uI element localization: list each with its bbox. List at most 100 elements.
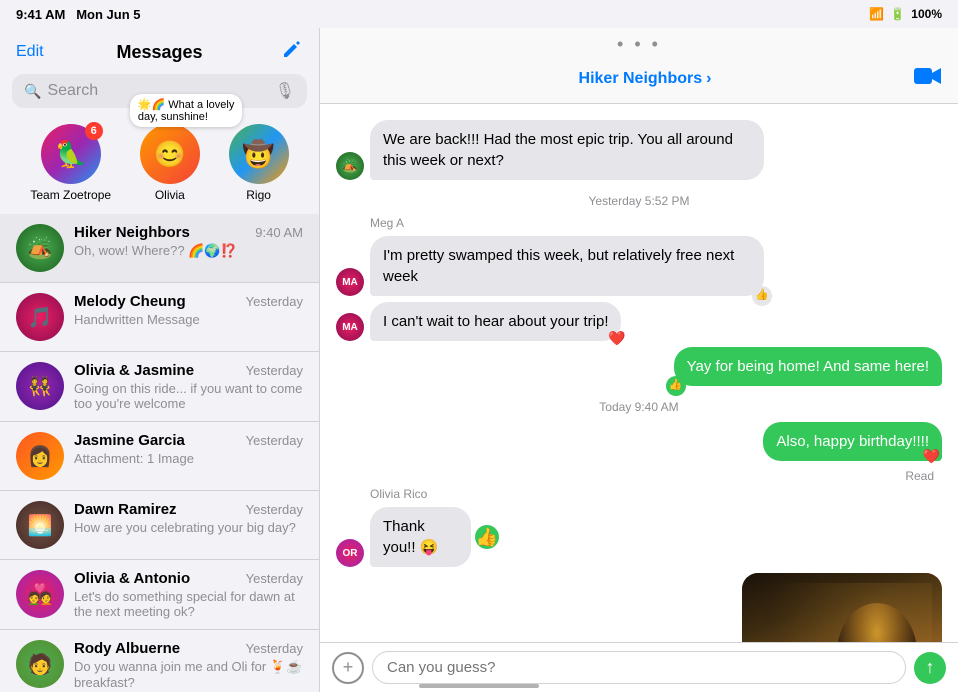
drag-indicator: • • • bbox=[320, 28, 958, 55]
pinned-contact-rigo[interactable]: 🤠 Rigo bbox=[229, 124, 289, 202]
message-bubble-1: We are back!!! Had the most epic trip. Y… bbox=[370, 120, 764, 180]
wifi-icon: 📶 bbox=[869, 7, 884, 21]
pinned-contacts: 🦜 6 Team Zoetrope 😊 🌟🌈 What a lovelyday,… bbox=[0, 116, 319, 214]
message-row-3: MA I can't wait to hear about your trip!… bbox=[336, 302, 942, 341]
message-bubble-4: Yay for being home! And same here! 👍 bbox=[674, 347, 942, 386]
conversation-avatar-dawn-ramirez: 🌅 bbox=[16, 501, 64, 549]
conv-time-olivia-antonio: Yesterday bbox=[246, 571, 303, 586]
conv-name-dawn-ramirez: Dawn Ramirez bbox=[74, 501, 177, 518]
conversation-item-rody-albuerne[interactable]: 🧑 Rody Albuerne Yesterday Do you wanna j… bbox=[0, 630, 319, 692]
mic-icon: 🎙 bbox=[275, 81, 295, 101]
messages-panel: Edit Messages 🔍 Search 🎙 🦜 6 Team Zoe bbox=[0, 28, 320, 692]
msg-avatar-6: OR bbox=[336, 539, 364, 567]
conversation-item-olivia-jasmine[interactable]: 👯 Olivia & Jasmine Yesterday Going on th… bbox=[0, 352, 319, 422]
conv-preview-jasmine-garcia: Attachment: 1 Image bbox=[74, 451, 303, 466]
chevron-icon: › bbox=[706, 70, 711, 88]
conv-time-melody-cheung: Yesterday bbox=[246, 294, 303, 309]
battery-icon: 🔋 bbox=[890, 7, 905, 21]
conv-preview-dawn-ramirez: How are you celebrating your big day? bbox=[74, 520, 303, 535]
conversation-avatar-jasmine-garcia: 👩 bbox=[16, 432, 64, 480]
conv-name-melody-cheung: Melody Cheung bbox=[74, 293, 186, 310]
conv-name-rody-albuerne: Rody Albuerne bbox=[74, 640, 180, 657]
msg-avatar-2: MA bbox=[336, 268, 364, 296]
pinned-label-team-zoetrope: Team Zoetrope bbox=[30, 188, 111, 202]
conv-time-olivia-jasmine: Yesterday bbox=[246, 363, 303, 378]
messages-header: Edit Messages bbox=[0, 28, 319, 74]
conversation-avatar-rody-albuerne: 🧑 bbox=[16, 640, 64, 688]
chat-panel: • • • Hiker Neighbors › 🏕️ bbox=[320, 28, 958, 692]
conv-name-olivia-antonio: Olivia & Antonio bbox=[74, 570, 190, 587]
olivia-bubble-preview: 🌟🌈 What a lovelyday, sunshine! bbox=[130, 94, 242, 127]
message-row-5: Also, happy birthday!!!! ❤️ bbox=[336, 422, 942, 461]
message-bubble-2: I'm pretty swamped this week, but relati… bbox=[370, 236, 764, 296]
conversation-item-hiker-neighbors[interactable]: 🏕️ Hiker Neighbors 9:40 AM Oh, wow! Wher… bbox=[0, 214, 319, 283]
send-icon: ↑ bbox=[926, 657, 935, 678]
pinned-contact-olivia[interactable]: 😊 🌟🌈 What a lovelyday, sunshine! Olivia bbox=[140, 124, 200, 202]
pinned-avatar-olivia: 😊 🌟🌈 What a lovelyday, sunshine! bbox=[140, 124, 200, 184]
chat-title-area: Hiker Neighbors › bbox=[376, 70, 914, 88]
conv-preview-hiker-neighbors: Oh, wow! Where?? 🌈🌍⁉️ bbox=[74, 243, 303, 259]
status-bar: 9:41 AM Mon Jun 5 📶 🔋 100% bbox=[0, 0, 958, 28]
conversation-list: 🏕️ Hiker Neighbors 9:40 AM Oh, wow! Wher… bbox=[0, 214, 319, 692]
conv-preview-rody-albuerne: Do you wanna join me and Oli for 🍹☕ brea… bbox=[74, 659, 303, 690]
sender-name-meg: Meg A bbox=[370, 216, 942, 230]
status-time: 9:41 AM Mon Jun 5 bbox=[16, 7, 141, 22]
conv-name-hiker-neighbors: Hiker Neighbors bbox=[74, 224, 190, 241]
pinned-avatar-rigo: 🤠 bbox=[229, 124, 289, 184]
conv-name-olivia-jasmine: Olivia & Jasmine bbox=[74, 362, 194, 379]
timestamp-today: Today 9:40 AM bbox=[336, 400, 942, 414]
conversation-item-jasmine-garcia[interactable]: 👩 Jasmine Garcia Yesterday Attachment: 1… bbox=[0, 422, 319, 491]
pinned-contact-team-zoetrope[interactable]: 🦜 6 Team Zoetrope bbox=[30, 124, 111, 202]
main-container: Edit Messages 🔍 Search 🎙 🦜 6 Team Zoe bbox=[0, 28, 958, 692]
edit-button[interactable]: Edit bbox=[16, 43, 56, 61]
sender-name-olivia-rico: Olivia Rico bbox=[370, 487, 942, 501]
msg-avatar-1: 🏕️ bbox=[336, 152, 364, 180]
message-input[interactable] bbox=[372, 651, 906, 684]
attach-button[interactable]: + bbox=[332, 652, 364, 684]
conv-time-rody-albuerne: Yesterday bbox=[246, 641, 303, 656]
conv-name-jasmine-garcia: Jasmine Garcia bbox=[74, 432, 185, 449]
read-status: Read bbox=[336, 469, 934, 483]
message-bubble-6: Thank you!! 😝 bbox=[370, 507, 471, 567]
video-call-button[interactable] bbox=[914, 65, 942, 93]
pinned-label-olivia: Olivia bbox=[155, 188, 185, 202]
message-row-4: Yay for being home! And same here! 👍 bbox=[336, 347, 942, 386]
conversation-item-dawn-ramirez[interactable]: 🌅 Dawn Ramirez Yesterday How are you cel… bbox=[0, 491, 319, 560]
message-row-1: 🏕️ We are back!!! Had the most epic trip… bbox=[336, 120, 942, 180]
heart-reaction-3: ❤️ bbox=[608, 329, 625, 349]
conversation-avatar-hiker-neighbors: 🏕️ bbox=[16, 224, 64, 272]
conv-preview-olivia-antonio: Let's do something special for dawn at t… bbox=[74, 589, 303, 619]
heart-reaction-5: ❤️ bbox=[923, 447, 940, 467]
conv-time-dawn-ramirez: Yesterday bbox=[246, 502, 303, 517]
messages-title: Messages bbox=[56, 42, 263, 63]
chat-group-name[interactable]: Hiker Neighbors › bbox=[579, 70, 712, 88]
pinned-label-rigo: Rigo bbox=[246, 188, 271, 202]
conv-time-hiker-neighbors: 9:40 AM bbox=[255, 225, 303, 240]
compose-button[interactable] bbox=[263, 38, 303, 66]
message-bubble-5: Also, happy birthday!!!! ❤️ bbox=[763, 422, 942, 461]
home-indicator bbox=[419, 684, 539, 688]
conversation-item-olivia-antonio[interactable]: 💑 Olivia & Antonio Yesterday Let's do so… bbox=[0, 560, 319, 630]
thumbs-reaction-2: 👍 bbox=[752, 286, 772, 306]
thumbs-emoji-olivia: 👍 bbox=[475, 525, 499, 549]
status-indicators: 📶 🔋 100% bbox=[869, 7, 942, 21]
thumbs-reaction-4: 👍 bbox=[666, 376, 686, 396]
message-bubble-3: I can't wait to hear about your trip! ❤️ bbox=[370, 302, 621, 341]
message-row-6: OR Thank you!! 😝 👍 bbox=[336, 507, 942, 567]
message-row-2: MA I'm pretty swamped this week, but rel… bbox=[336, 236, 942, 296]
chat-messages: 🏕️ We are back!!! Had the most epic trip… bbox=[320, 104, 958, 642]
conversation-avatar-melody-cheung: 🎵 bbox=[16, 293, 64, 341]
photo-message bbox=[742, 573, 942, 642]
chat-input-bar: + ↑ bbox=[320, 642, 958, 692]
timestamp-yesterday: Yesterday 5:52 PM bbox=[336, 194, 942, 208]
send-button[interactable]: ↑ bbox=[914, 652, 946, 684]
conversation-avatar-olivia-antonio: 💑 bbox=[16, 570, 64, 618]
conv-time-jasmine-garcia: Yesterday bbox=[246, 433, 303, 448]
conversation-item-melody-cheung[interactable]: 🎵 Melody Cheung Yesterday Handwritten Me… bbox=[0, 283, 319, 352]
chat-header: Hiker Neighbors › bbox=[320, 55, 958, 104]
msg-avatar-3: MA bbox=[336, 313, 364, 341]
message-row-photo bbox=[336, 573, 942, 642]
conv-preview-melody-cheung: Handwritten Message bbox=[74, 312, 303, 327]
unread-badge-team-zoetrope: 6 bbox=[85, 122, 103, 140]
conversation-avatar-olivia-jasmine: 👯 bbox=[16, 362, 64, 410]
